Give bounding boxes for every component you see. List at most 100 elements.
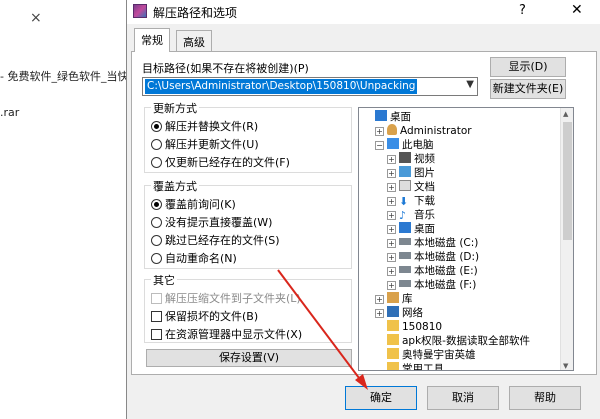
tree-item[interactable]: 桌面 (363, 110, 411, 124)
checkbox-icon[interactable] (151, 329, 162, 340)
drive-icon (399, 280, 411, 287)
misc-options-group: 其它 解压压缩文件到子文件夹(L) 保留损坏的文件(B) 在资源管理器中显示文件… (144, 272, 352, 343)
tree-item[interactable]: 奥特曼宇宙英雄 (375, 348, 476, 362)
tree-item-label: 本地磁盘 (F:) (414, 279, 477, 291)
expand-icon[interactable]: + (375, 309, 384, 318)
misc-option-subfolder: 解压压缩文件到子文件夹(L) (151, 290, 301, 306)
update-mode-title: 更新方式 (151, 100, 199, 116)
tree-item-label: 音乐 (414, 209, 435, 221)
background-explorer-window: × - 免费软件_绿色软件_当快软 .rar (0, 0, 139, 419)
scroll-up-icon[interactable]: ▲ (563, 110, 568, 118)
tree-item[interactable]: + 视频 (387, 152, 435, 166)
ok-button[interactable]: 确定 (345, 386, 417, 410)
radio-icon[interactable] (151, 157, 162, 168)
overwrite-mode-title: 覆盖方式 (151, 178, 199, 194)
expand-icon[interactable]: + (387, 183, 396, 192)
close-icon[interactable]: × (30, 10, 42, 26)
expand-icon[interactable]: + (375, 127, 384, 136)
scroll-thumb[interactable] (563, 122, 572, 240)
tree-item[interactable]: + ⬇ 下载 (387, 194, 435, 208)
tree-item[interactable]: 150810 (375, 320, 442, 334)
update-option-existing-only[interactable]: 仅更新已经存在的文件(F) (151, 154, 290, 170)
misc-option-keep-broken[interactable]: 保留损坏的文件(B) (151, 308, 258, 324)
update-option-replace[interactable]: 解压并替换文件(R) (151, 118, 258, 134)
tab-advanced[interactable]: 高级 (176, 30, 212, 52)
folder-icon (387, 334, 399, 345)
tree-item[interactable]: + 文档 (387, 180, 435, 194)
help-button[interactable]: 帮助 (509, 386, 581, 410)
tree-item[interactable]: + 库 (375, 292, 413, 306)
target-path-combobox[interactable]: C:\Users\Administrator\Desktop\150810\Un… (142, 77, 478, 96)
help-icon[interactable]: ? (519, 3, 526, 18)
tree-item[interactable]: + Administrator (375, 124, 472, 138)
overwrite-option-label: 覆盖前询问(K) (165, 198, 236, 211)
overwrite-option-skip[interactable]: 跳过已经存在的文件(S) (151, 232, 280, 248)
tree-item[interactable]: + 本地磁盘 (F:) (387, 278, 476, 292)
chevron-down-icon[interactable]: ▼ (466, 79, 474, 90)
expand-icon[interactable]: + (387, 281, 396, 290)
background-list-item[interactable]: - 免费软件_绿色软件_当快软 (0, 68, 139, 84)
tree-item[interactable]: 常用工具 (375, 362, 444, 371)
checkbox-icon[interactable] (151, 311, 162, 322)
user-folder-icon (387, 124, 397, 135)
radio-icon[interactable] (151, 235, 162, 246)
tree-item[interactable]: + 桌面 (387, 222, 435, 236)
checkbox-disabled-icon (151, 293, 162, 304)
overwrite-option-label: 没有提示直接覆盖(W) (165, 216, 273, 229)
drive-icon (399, 238, 411, 245)
expand-icon[interactable]: + (387, 253, 396, 262)
music-folder-icon: ♪ (399, 209, 407, 222)
collapse-icon[interactable]: − (375, 141, 384, 150)
cancel-button[interactable]: 取消 (427, 386, 499, 410)
dialog-titlebar: 解压路径和选项 ? ✕ (127, 0, 600, 24)
expand-icon[interactable]: + (387, 169, 396, 178)
overwrite-option-label: 跳过已经存在的文件(S) (165, 234, 280, 247)
overwrite-option-ask[interactable]: 覆盖前询问(K) (151, 196, 236, 212)
misc-option-show-in-explorer[interactable]: 在资源管理器中显示文件(X) (151, 326, 302, 342)
tree-item-label: 桌面 (414, 223, 435, 235)
expand-icon[interactable]: + (387, 155, 396, 164)
save-settings-button[interactable]: 保存设置(V) (146, 349, 352, 367)
expand-icon[interactable]: + (387, 267, 396, 276)
tree-item-label: 本地磁盘 (D:) (414, 251, 480, 263)
expand-icon[interactable]: + (387, 197, 396, 206)
background-file-item[interactable]: .rar (0, 106, 19, 119)
tree-item[interactable]: − 此电脑 (375, 138, 434, 152)
expand-icon[interactable]: + (375, 295, 384, 304)
expand-icon[interactable]: + (387, 225, 396, 234)
tree-item-label: 常用工具 (402, 363, 444, 371)
radio-selected-icon[interactable] (151, 199, 162, 210)
radio-selected-icon[interactable] (151, 121, 162, 132)
tree-item[interactable]: + 网络 (375, 306, 423, 320)
drive-icon (399, 266, 411, 273)
radio-icon[interactable] (151, 139, 162, 150)
overwrite-option-rename[interactable]: 自动重命名(N) (151, 250, 237, 266)
radio-icon[interactable] (151, 217, 162, 228)
tree-item[interactable]: + 本地磁盘 (C:) (387, 236, 478, 250)
close-icon[interactable]: ✕ (571, 2, 583, 18)
update-option-update[interactable]: 解压并更新文件(U) (151, 136, 259, 152)
tree-scrollbar[interactable]: ▲ ▼ (560, 108, 573, 370)
downloads-folder-icon: ⬇ (399, 195, 409, 208)
tree-item[interactable]: apk权限-数据读取全部软件 (375, 334, 530, 348)
target-path-value[interactable]: C:\Users\Administrator\Desktop\150810\Un… (145, 79, 418, 94)
tab-general[interactable]: 常规 (134, 28, 170, 52)
tree-item[interactable]: + 本地磁盘 (E:) (387, 264, 478, 278)
desktop-icon (375, 110, 387, 121)
tree-item-label: 奥特曼宇宙英雄 (402, 349, 476, 361)
expand-icon[interactable]: + (387, 211, 396, 220)
tree-item-label: 文档 (414, 181, 435, 193)
new-folder-button[interactable]: 新建文件夹(E) (490, 79, 566, 99)
tree-item[interactable]: + ♪ 音乐 (387, 208, 435, 222)
show-button[interactable]: 显示(D) (490, 57, 566, 77)
tree-item-label: Administrator (400, 125, 472, 137)
drive-icon (399, 252, 411, 259)
expand-icon[interactable]: + (387, 239, 396, 248)
scroll-down-icon[interactable]: ▼ (563, 362, 568, 370)
folder-tree[interactable]: 桌面 + Administrator − 此电脑 + 视频 + 图片 + 文档 + ⬇ 下载 + ♪ 音乐 + 桌面… (358, 107, 574, 371)
misc-option-label: 保留损坏的文件(B) (165, 310, 259, 323)
tree-item[interactable]: + 图片 (387, 166, 435, 180)
tree-item[interactable]: + 本地磁盘 (D:) (387, 250, 479, 264)
radio-icon[interactable] (151, 253, 162, 264)
overwrite-option-no-prompt[interactable]: 没有提示直接覆盖(W) (151, 214, 272, 230)
